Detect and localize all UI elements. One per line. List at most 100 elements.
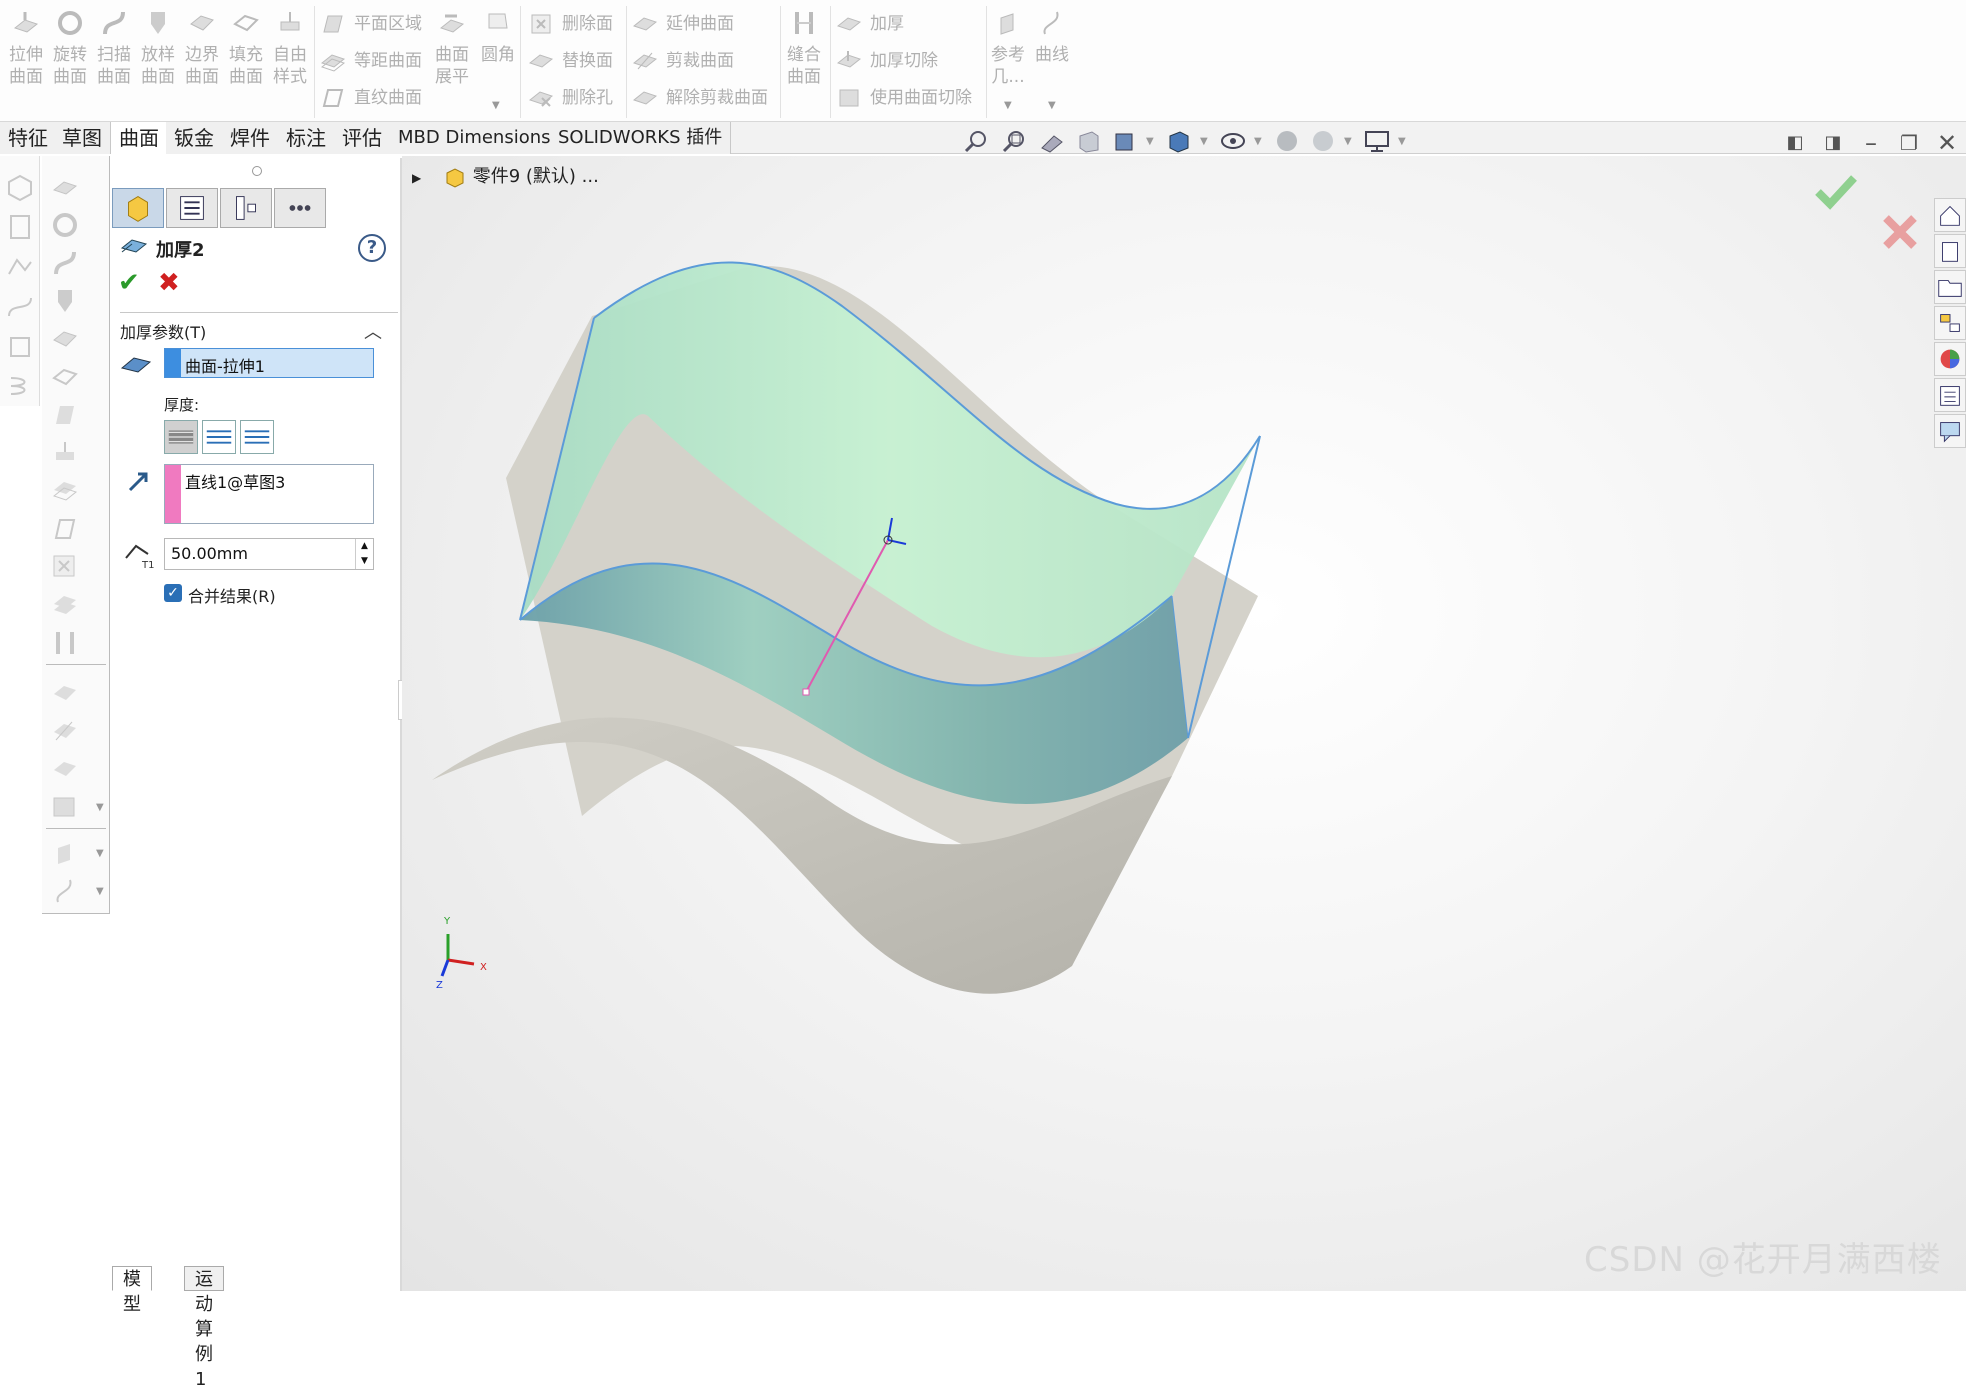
- ok-button[interactable]: ✔: [118, 268, 140, 298]
- merge-result-checkbox[interactable]: ✓: [164, 584, 182, 602]
- planar-surface-icon[interactable]: [50, 400, 80, 430]
- scene-button[interactable]: [1308, 128, 1338, 154]
- thicken-side2-button[interactable]: [240, 420, 274, 454]
- view-orientation-dropdown-icon[interactable]: ▼: [1146, 136, 1154, 147]
- sweep-surface-icon[interactable]: [50, 248, 80, 278]
- helix-icon[interactable]: [5, 372, 35, 402]
- appearances-button[interactable]: [1934, 342, 1966, 376]
- tab-features[interactable]: 特征: [0, 122, 57, 154]
- direction-selection-box[interactable]: 直线1@草图3: [164, 464, 374, 524]
- view-settings-dropdown-icon[interactable]: ▼: [1398, 136, 1406, 147]
- boundary-surface-icon[interactable]: [50, 324, 80, 354]
- curves-dropdown-icon[interactable]: ▼: [96, 886, 104, 897]
- delete-hole-button[interactable]: 删除孔: [524, 84, 613, 112]
- offset-surface-button[interactable]: 等距曲面: [316, 47, 422, 75]
- custom-properties-button[interactable]: [1934, 378, 1966, 412]
- extend-surface-button[interactable]: 延伸曲面: [628, 10, 734, 38]
- extruded-surface-button[interactable]: 拉伸 曲面: [4, 8, 48, 88]
- box-icon[interactable]: [5, 172, 35, 202]
- lofted-surface-button[interactable]: 放样 曲面: [136, 8, 180, 88]
- knit-surface-button[interactable]: 缝合 曲面: [782, 8, 826, 88]
- loft-surface-icon[interactable]: [50, 286, 80, 316]
- trim-surface-button[interactable]: 剪裁曲面: [628, 47, 734, 75]
- tile-right-icon[interactable]: ◨: [1820, 130, 1846, 156]
- reference-geometry-icon[interactable]: [50, 838, 80, 868]
- untrim-surface-button[interactable]: 解除剪裁曲面: [628, 84, 768, 112]
- tab-sketch[interactable]: 草图: [54, 122, 111, 154]
- thicken-side1-button[interactable]: [164, 420, 198, 454]
- close-icon[interactable]: ✕: [1934, 130, 1960, 156]
- revolved-surface-button[interactable]: 旋转 曲面: [48, 8, 92, 88]
- minimize-icon[interactable]: –: [1858, 130, 1884, 156]
- filled-surface-button[interactable]: 填充 曲面: [224, 8, 268, 88]
- boundary-surface-button[interactable]: 边界 曲面: [180, 8, 224, 88]
- display-style-button[interactable]: [1164, 128, 1194, 154]
- file-explorer-button[interactable]: [1934, 270, 1966, 304]
- tab-motion-study[interactable]: 运动算例 1: [184, 1266, 224, 1390]
- zoom-to-fit-button[interactable]: [962, 128, 992, 154]
- sketch-line-endpoint[interactable]: [802, 688, 810, 696]
- restore-icon[interactable]: ❐: [1896, 130, 1922, 156]
- spin-down-icon[interactable]: ▼: [355, 554, 373, 569]
- untrim-surface-icon[interactable]: [50, 754, 80, 784]
- 3d-model-view[interactable]: [402, 156, 1966, 1291]
- tab-model[interactable]: 模型: [112, 1266, 152, 1315]
- delete-face-icon[interactable]: [50, 552, 80, 582]
- hide-show-button[interactable]: [1218, 128, 1248, 154]
- curves-dropdown-icon[interactable]: ▼: [1048, 100, 1056, 111]
- view-settings-button[interactable]: [1362, 128, 1392, 154]
- reference-geometry-button[interactable]: 参考 几...: [986, 8, 1030, 88]
- thickness-input[interactable]: 50.00mm ▲ ▼: [164, 538, 374, 570]
- fillet-dropdown-icon[interactable]: ▼: [492, 100, 500, 111]
- tab-solidworks-addins[interactable]: SOLIDWORKS 插件: [550, 122, 732, 154]
- spline-icon[interactable]: [5, 292, 35, 322]
- surface-selection-box[interactable]: 曲面-拉伸1: [164, 348, 374, 378]
- thicken-button[interactable]: 加厚: [832, 10, 904, 38]
- thicken-icon[interactable]: [50, 792, 80, 822]
- tab-mbd-dimensions[interactable]: MBD Dimensions: [390, 122, 560, 154]
- freeform-button[interactable]: 自由 样式: [268, 8, 312, 88]
- tab-surfaces[interactable]: 曲面: [110, 122, 168, 154]
- design-library-button[interactable]: [1934, 234, 1966, 268]
- polyline-icon[interactable]: [5, 252, 35, 282]
- spin-up-icon[interactable]: ▲: [355, 539, 373, 554]
- tab-sheet-metal[interactable]: 钣金: [166, 122, 223, 154]
- surface-cut-button[interactable]: 使用曲面切除: [832, 84, 972, 112]
- view-palette-button[interactable]: [1934, 306, 1966, 340]
- help-button[interactable]: ?: [358, 234, 386, 262]
- thicken-both-button[interactable]: [202, 420, 236, 454]
- replace-face-button[interactable]: 替换面: [524, 47, 613, 75]
- forum-button[interactable]: [1934, 414, 1966, 448]
- planar-surface-button[interactable]: 平面区域: [316, 10, 422, 38]
- swept-surface-button[interactable]: 扫描 曲面: [92, 8, 136, 88]
- configuration-manager-tab[interactable]: [220, 188, 272, 228]
- fill-surface-icon[interactable]: [50, 362, 80, 392]
- zoom-area-button[interactable]: [1000, 128, 1030, 154]
- panel-grip-icon[interactable]: [252, 166, 262, 176]
- hide-show-dropdown-icon[interactable]: ▼: [1254, 136, 1262, 147]
- shell-icon[interactable]: [5, 332, 35, 362]
- home-button[interactable]: [1934, 198, 1966, 232]
- more-tabs-button[interactable]: [274, 188, 326, 228]
- tab-evaluate[interactable]: 评估: [334, 122, 391, 154]
- revolve-surface-icon[interactable]: [50, 210, 80, 240]
- curves-button[interactable]: 曲线: [1030, 8, 1074, 66]
- reference-geometry-dropdown-icon[interactable]: ▼: [1004, 100, 1012, 111]
- extend-surface-icon[interactable]: [50, 678, 80, 708]
- cylinder-icon[interactable]: [5, 212, 35, 242]
- extrude-surface-icon[interactable]: [50, 172, 80, 202]
- reference-geometry-dropdown-icon[interactable]: ▼: [96, 848, 104, 859]
- freeform-icon[interactable]: [50, 438, 80, 468]
- delete-face-button[interactable]: 删除面: [524, 10, 613, 38]
- curves-icon[interactable]: [50, 876, 80, 906]
- scene-dropdown-icon[interactable]: ▼: [1344, 136, 1352, 147]
- previous-view-button[interactable]: [1038, 128, 1068, 154]
- property-manager-tab[interactable]: [166, 188, 218, 228]
- knit-surface-icon[interactable]: [50, 628, 80, 658]
- thicken-cut-button[interactable]: 加厚切除: [832, 47, 938, 75]
- tile-left-icon[interactable]: ◧: [1782, 130, 1808, 156]
- replace-face-icon[interactable]: [50, 590, 80, 620]
- feature-manager-tab[interactable]: [112, 188, 164, 228]
- flatten-surface-button[interactable]: 曲面 展平: [430, 8, 474, 88]
- tab-markup[interactable]: 标注: [278, 122, 335, 154]
